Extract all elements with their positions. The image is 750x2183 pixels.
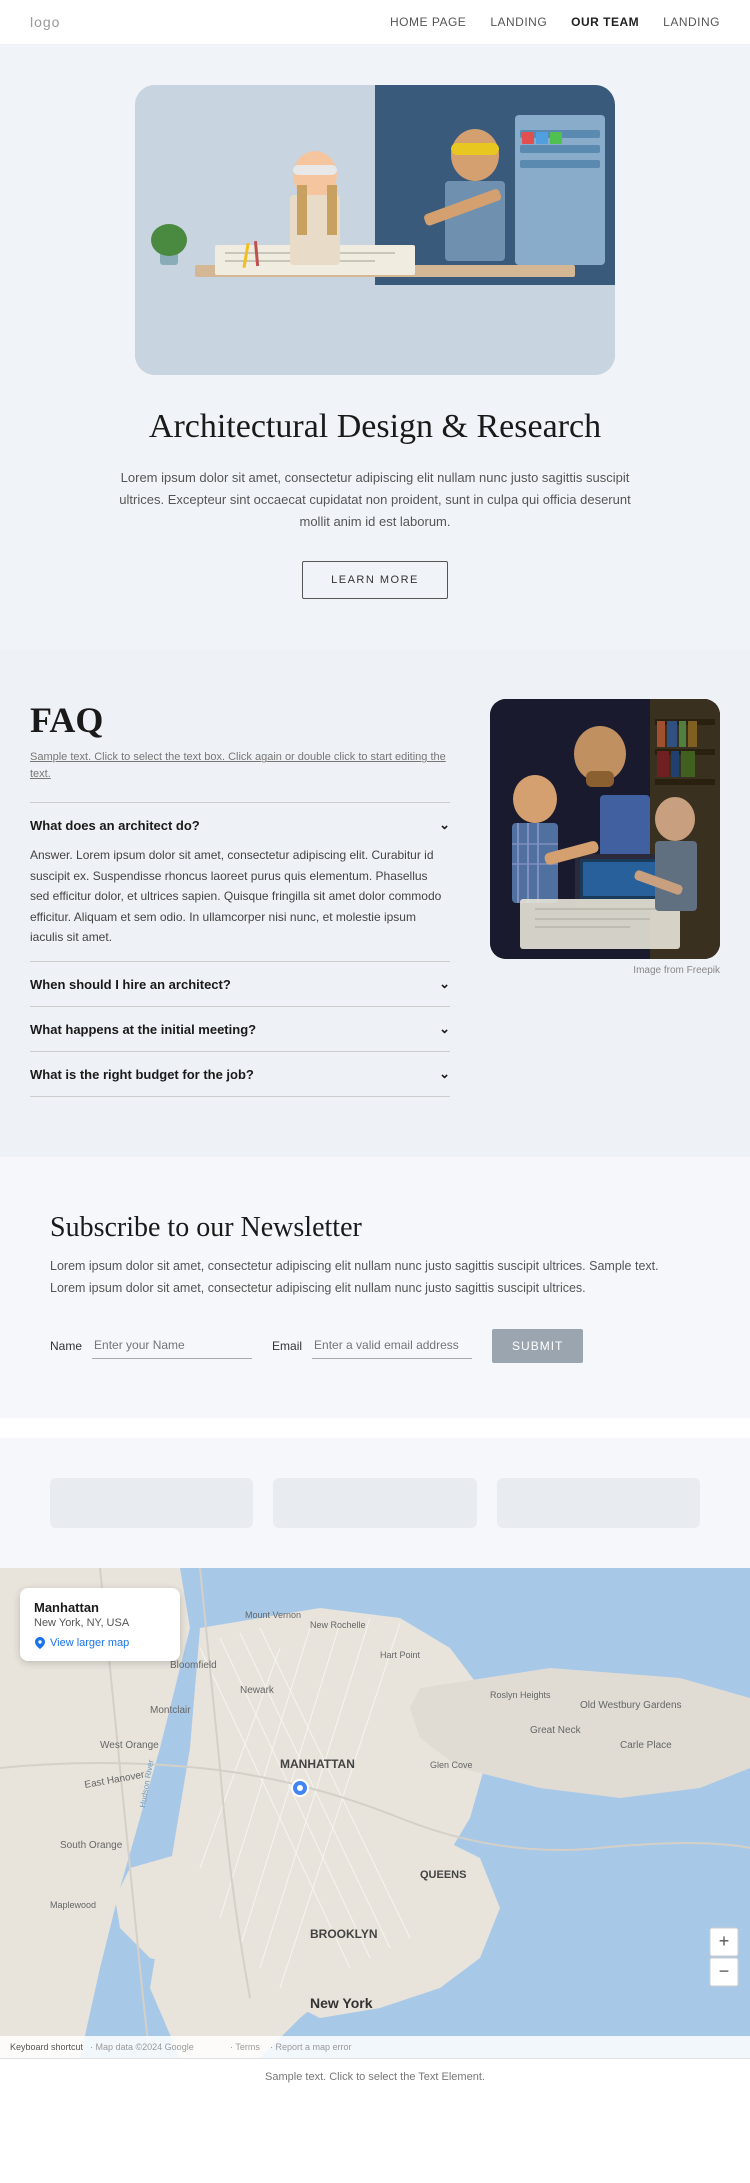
footer-card-3 [497,1478,700,1528]
hero-title: Architectural Design & Research [115,405,635,449]
hero-description: Lorem ipsum dolor sit amet, consectetur … [115,467,635,533]
faq-section: FAQ Sample text. Click to select the tex… [0,649,750,1157]
nav-home[interactable]: HOME PAGE [390,15,466,29]
svg-text:Roslyn Heights: Roslyn Heights [490,1690,551,1700]
hero-image [135,85,615,375]
svg-text:Great Neck: Great Neck [530,1725,582,1736]
svg-text:South Orange: South Orange [60,1840,123,1851]
svg-text:New Rochelle: New Rochelle [310,1620,366,1630]
svg-text:Bloomfield: Bloomfield [170,1660,217,1671]
svg-text:Maplewood: Maplewood [50,1900,96,1910]
email-label: Email [272,1339,302,1353]
faq-answer-1: Answer. Lorem ipsum dolor sit amet, cons… [30,833,450,947]
faq-title: FAQ [30,699,450,741]
faq-item-2: When should I hire an architect? ⌄ [30,961,450,1006]
svg-text:· Report a map error: · Report a map error [270,2042,352,2052]
svg-text:Hart Point: Hart Point [380,1650,421,1660]
faq-item-1: What does an architect do? ⌄ Answer. Lor… [30,802,450,961]
svg-text:Keyboard shortcut: Keyboard shortcut [10,2042,84,2052]
svg-text:· Map data ©2024 Google: · Map data ©2024 Google [90,2042,194,2052]
navigation: logo HOME PAGE LANDING OUR TEAM LANDING [0,0,750,45]
footer-cards [0,1438,750,1548]
faq-item-4: What is the right budget for the job? ⌄ [30,1051,450,1097]
svg-text:Old Westbury Gardens: Old Westbury Gardens [580,1700,682,1711]
submit-button[interactable]: SUBMIT [492,1329,583,1363]
svg-text:−: − [719,1961,730,1981]
faq-right: Image from Freepik [490,699,720,976]
name-label: Name [50,1339,82,1353]
newsletter-title: Subscribe to our Newsletter [50,1212,700,1244]
svg-text:West Orange: West Orange [100,1740,159,1751]
newsletter-description: Lorem ipsum dolor sit amet, consectetur … [50,1256,690,1299]
faq-chevron-2: ⌄ [439,976,450,992]
nav-landing-1[interactable]: LANDING [490,15,547,29]
nav-landing-2[interactable]: LANDING [663,15,720,29]
footer-card-1 [50,1478,253,1528]
faq-image-credit: Image from Freepik [490,965,720,976]
faq-sample-text[interactable]: Sample text. Click to select the text bo… [30,749,450,782]
bottom-bar: Sample text. Click to select the Text El… [0,2058,750,2095]
map-popup-link[interactable]: View larger map [34,1637,166,1649]
hero-section: Architectural Design & Research Lorem ip… [0,45,750,649]
faq-chevron-4: ⌄ [439,1066,450,1082]
svg-text:Mount Vernon: Mount Vernon [245,1610,301,1620]
learn-more-button[interactable]: LEARN MORE [302,561,448,599]
svg-text:· Terms: · Terms [230,2042,260,2052]
footer-card-2 [273,1478,476,1528]
map-section: East Hanover South Orange Maplewood West… [0,1568,750,2058]
svg-text:Carle Place: Carle Place [620,1740,672,1751]
svg-text:+: + [719,1931,730,1951]
svg-text:QUEENS: QUEENS [420,1869,466,1881]
map-popup-address: New York, NY, USA [34,1617,166,1629]
map-popup-title: Manhattan [34,1600,166,1615]
whitespace-section [0,1438,750,1568]
name-group: Name [50,1332,252,1359]
bottom-bar-text: Sample text. Click to select the Text El… [265,2071,485,2083]
email-input[interactable] [312,1332,472,1359]
faq-left: FAQ Sample text. Click to select the tex… [30,699,450,1097]
hero-text: Architectural Design & Research Lorem ip… [115,405,635,599]
svg-text:MANHATTAN: MANHATTAN [280,1757,355,1771]
svg-text:Newark: Newark [240,1685,275,1696]
faq-image [490,699,720,959]
faq-question-3[interactable]: What happens at the initial meeting? ⌄ [30,1021,450,1037]
email-group: Email [272,1332,472,1359]
newsletter-section: Subscribe to our Newsletter Lorem ipsum … [0,1157,750,1418]
svg-text:BROOKLYN: BROOKLYN [310,1927,378,1941]
svg-text:Montclair: Montclair [150,1705,191,1716]
faq-chevron-3: ⌄ [439,1021,450,1037]
map-popup: Manhattan New York, NY, USA View larger … [20,1588,180,1661]
faq-question-4[interactable]: What is the right budget for the job? ⌄ [30,1066,450,1082]
logo: logo [30,14,60,30]
faq-item-3: What happens at the initial meeting? ⌄ [30,1006,450,1051]
faq-question-1[interactable]: What does an architect do? ⌄ [30,817,450,833]
svg-text:Glen Cove: Glen Cove [430,1760,473,1770]
nav-our-team[interactable]: OUR TEAM [571,15,639,29]
svg-text:New York: New York [310,1995,373,2011]
newsletter-form: Name Email SUBMIT [50,1329,700,1363]
name-input[interactable] [92,1332,252,1359]
nav-links: HOME PAGE LANDING OUR TEAM LANDING [390,15,720,29]
faq-chevron-1: ⌄ [439,817,450,833]
faq-question-2[interactable]: When should I hire an architect? ⌄ [30,976,450,992]
